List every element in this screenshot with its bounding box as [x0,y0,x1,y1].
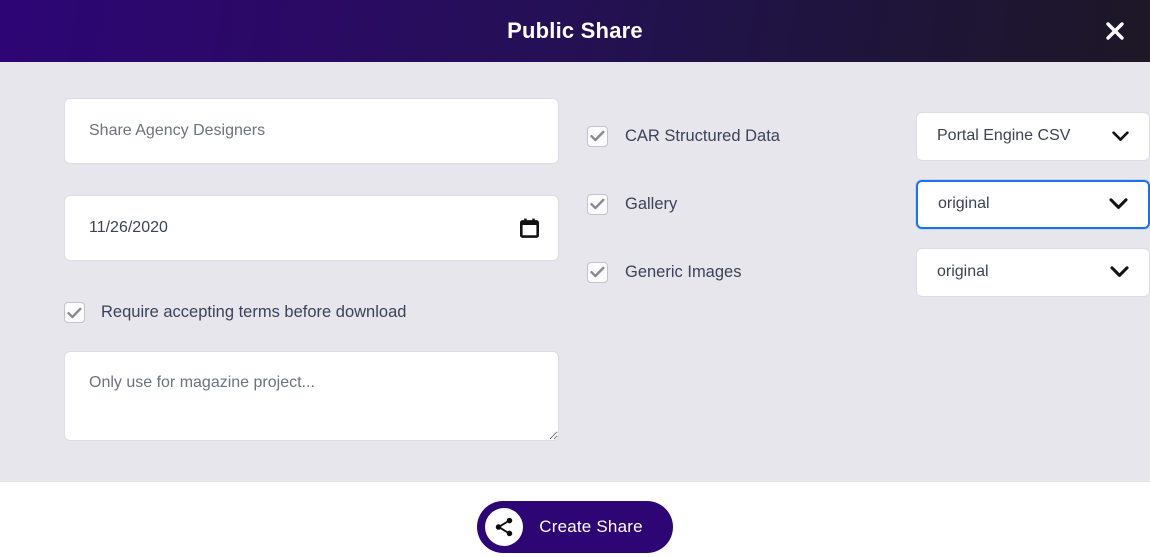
require-terms-row[interactable]: Require accepting terms before download [64,302,540,323]
gallery-select[interactable]: original [916,179,1150,229]
dialog-title: Public Share [507,18,643,43]
check-icon [590,266,605,278]
generic-images-select-value: original [937,263,989,280]
require-terms-label: Require accepting terms before download [101,303,407,321]
require-terms-checkbox[interactable] [64,302,85,323]
gallery-checkbox[interactable] [587,193,608,215]
create-share-button[interactable]: Create Share [477,501,673,553]
option-row-car-structured-data: CAR Structured Data Portal Engine CSV [587,102,1150,170]
car-structured-data-label: CAR Structured Data [625,126,780,145]
check-icon [67,307,82,318]
check-icon [590,198,605,210]
right-column: CAR Structured Data Portal Engine CSV Ga… [560,98,1150,482]
dialog-header: Public Share [0,0,1150,62]
expiry-date-field [64,195,559,261]
close-button[interactable] [1096,12,1134,50]
share-name-input[interactable] [64,98,559,164]
chevron-down-icon [1109,198,1128,209]
check-icon [590,130,605,142]
dialog-body: Require accepting terms before download … [0,62,1150,482]
note-field [64,351,559,441]
car-structured-data-select-holder: Portal Engine CSV [916,111,1150,161]
generic-images-select-holder: original [916,247,1150,297]
note-textarea[interactable] [64,351,559,441]
car-structured-data-select-value: Portal Engine CSV [937,127,1071,144]
car-structured-data-checkbox[interactable] [587,125,608,147]
chevron-down-icon [1110,266,1129,277]
car-structured-data-select[interactable]: Portal Engine CSV [916,111,1150,161]
option-row-generic-images: Generic Images original [587,238,1150,306]
expiry-date-input[interactable] [64,195,559,261]
close-icon [1104,20,1126,42]
generic-images-checkbox[interactable] [587,261,608,283]
gallery-select-value: original [938,195,990,212]
left-column: Require accepting terms before download [0,98,560,482]
option-row-gallery: Gallery original [587,170,1150,238]
dialog-footer: Create Share [0,482,1150,557]
create-share-label: Create Share [539,517,643,536]
public-share-dialog: Public Share Share Agency Designers 11/2… [0,0,1150,557]
gallery-select-holder: original [916,179,1150,229]
generic-images-label: Generic Images [625,262,742,281]
share-icon [485,508,524,546]
chevron-down-icon [1112,130,1129,141]
gallery-label: Gallery [625,194,678,213]
generic-images-select[interactable]: original [916,247,1150,297]
